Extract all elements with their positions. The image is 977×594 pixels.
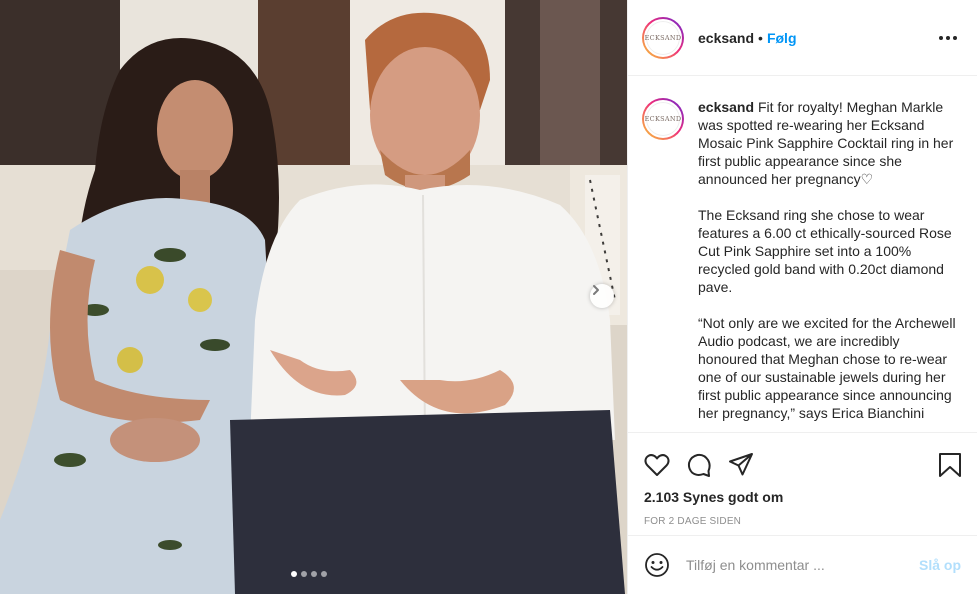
comment-input[interactable]	[686, 557, 919, 573]
chevron-right-icon	[593, 285, 599, 295]
like-button[interactable]	[642, 450, 672, 480]
more-options-icon[interactable]	[935, 32, 961, 44]
photo-illustration	[0, 0, 627, 594]
carousel-dot	[321, 571, 327, 577]
likes-count[interactable]: 2.103 Synes godt om	[628, 483, 977, 505]
caption-section: ECKSAND ecksand Fit for royalty! Meghan …	[628, 76, 977, 433]
post-photo[interactable]	[0, 0, 627, 594]
caption-avatar-logo: ECKSAND	[644, 100, 682, 138]
comment-icon	[687, 453, 711, 477]
emoji-icon	[645, 553, 669, 577]
carousel-dot	[311, 571, 317, 577]
carousel-indicator	[291, 571, 327, 577]
comment-bar: Slå op	[628, 535, 977, 594]
header-username[interactable]: ecksand	[698, 30, 754, 46]
caption-avatar[interactable]: ECKSAND	[642, 98, 684, 140]
post-timestamp: FOR 2 DAGE SIDEN	[644, 516, 742, 527]
post-comment-button[interactable]: Slå op	[919, 557, 961, 573]
carousel-dot	[301, 571, 307, 577]
share-button[interactable]	[726, 450, 756, 480]
caption-text: ecksand Fit for royalty! Meghan Markle w…	[698, 98, 960, 432]
send-icon	[729, 453, 753, 476]
carousel-dot	[291, 571, 297, 577]
caption-paragraph-2: The Ecksand ring she chose to wear featu…	[698, 207, 952, 295]
action-bar	[628, 433, 977, 483]
avatar-logo: ECKSAND	[644, 18, 682, 57]
post-sidebar: ECKSAND ecksand • Følg ECKSAND ecksand F…	[627, 0, 977, 594]
carousel-next-button[interactable]	[590, 284, 614, 308]
avatar[interactable]: ECKSAND	[642, 16, 684, 59]
post-header: ECKSAND ecksand • Følg	[628, 0, 977, 76]
bookmark-icon	[939, 453, 961, 477]
caption-username[interactable]: ecksand	[698, 99, 754, 115]
emoji-button[interactable]	[644, 552, 670, 578]
caption-paragraph-3: “Not only are we excited for the Archewe…	[698, 315, 956, 421]
save-button[interactable]	[935, 450, 965, 480]
heart-icon	[644, 454, 670, 476]
caption-paragraph: ecksand Fit for royalty! Meghan Markle w…	[698, 98, 960, 188]
follow-button[interactable]: Følg	[767, 30, 797, 46]
comment-button[interactable]	[684, 450, 714, 480]
header-separator: •	[758, 29, 763, 46]
